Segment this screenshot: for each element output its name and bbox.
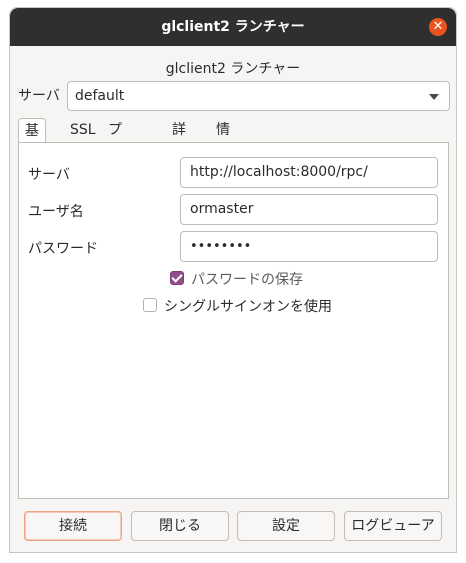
server-url-label: サーバ [28,167,70,183]
password-label: パスワード [28,241,98,257]
tab-basic[interactable]: 基本 [18,118,46,163]
server-url-input[interactable]: http://localhost:8000/rpc/ [180,157,438,188]
window-title: glclient2 ランチャー [161,19,305,35]
launcher-window: glclient2 ランチャー ✕ glclient2 ランチャー サーバ de… [9,7,457,553]
close-icon[interactable]: ✕ [429,18,447,36]
password-input[interactable]: •••••••• [180,231,438,262]
title-bar[interactable]: glclient2 ランチャー ✕ [10,8,456,46]
basic-tab-panel: サーバ http://localhost:8000/rpc/ ユーザ名 orma… [18,142,449,499]
server-profile-value: default [75,88,125,104]
settings-button[interactable]: 設定 [237,511,335,541]
close-button[interactable]: 閉じる [131,511,229,541]
tab-advanced[interactable]: 詳細 [166,118,192,162]
tab-printer[interactable]: プリンタ [102,118,128,210]
app-title: glclient2 ランチャー [165,61,301,77]
sso-label: シングルサインオンを使用 [164,299,332,315]
save-password-label: パスワードの保存 [191,272,303,288]
server-profile-label: サーバ [18,88,60,104]
save-password-checkbox[interactable] [170,271,184,285]
connect-button[interactable]: 接続 [24,511,122,541]
tab-info[interactable]: 情報 [210,118,236,162]
log-viewer-button[interactable]: ログビューア [344,511,442,541]
tab-ssl[interactable]: SSL [64,118,102,142]
sso-option[interactable]: シングルサインオンを使用 [143,297,363,315]
chevron-down-icon [429,94,439,100]
username-input[interactable]: ormaster [180,194,438,225]
username-label: ユーザ名 [28,204,84,220]
sso-checkbox[interactable] [143,298,157,312]
server-profile-select[interactable]: default [67,81,450,111]
save-password-option[interactable]: パスワードの保存 [170,270,370,288]
